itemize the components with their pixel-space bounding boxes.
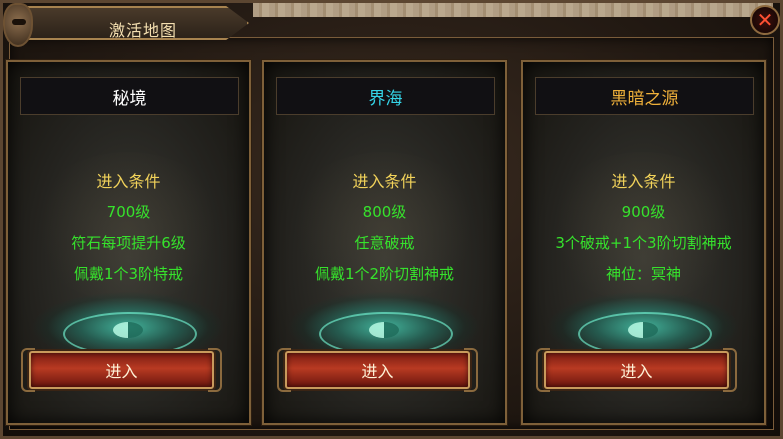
requirement-line: 900级 — [621, 203, 666, 221]
enter-button[interactable]: 进入 — [277, 348, 478, 392]
requirement-heading: 进入条件 — [96, 172, 161, 191]
requirement-line: 3个破戒+1个3阶切割神戒 — [555, 234, 732, 252]
portal-image — [289, 282, 479, 362]
close-icon: ✕ — [756, 8, 774, 32]
card-corner — [523, 403, 543, 423]
map-card-heian-zhiyuan: 黑暗之源 进入条件 900级 3个破戒+1个3阶切割神戒 神位：冥神 进入 — [521, 60, 766, 425]
card-title-box: 黑暗之源 — [535, 77, 754, 115]
card-title-box: 界海 — [276, 77, 495, 115]
requirement-line: 符石每项提升6级 — [71, 234, 186, 252]
portal-image — [548, 282, 738, 362]
card-title: 界海 — [368, 88, 403, 109]
card-corner — [8, 403, 28, 423]
window-title: 激活地图 — [109, 21, 178, 40]
card-title: 黑暗之源 — [610, 88, 679, 109]
yin-yang-icon — [113, 322, 143, 338]
requirements: 进入条件 800级 任意破戒 佩戴1个2阶切割神戒 — [264, 166, 505, 290]
close-button[interactable]: ✕ — [750, 5, 780, 35]
portal-image — [33, 282, 223, 362]
requirements: 进入条件 900级 3个破戒+1个3阶切割神戒 神位：冥神 — [523, 166, 764, 290]
background-map-strip — [253, 3, 773, 17]
map-card-mijing: 秘境 进入条件 700级 符石每项提升6级 佩戴1个3阶特戒 进入 — [6, 60, 251, 425]
card-title: 秘境 — [112, 88, 147, 109]
requirements: 进入条件 700级 符石每项提升6级 佩戴1个3阶特戒 — [8, 166, 249, 290]
requirement-heading: 进入条件 — [611, 172, 676, 191]
map-card-jiehai: 界海 进入条件 800级 任意破戒 佩戴1个2阶切割神戒 进入 — [262, 60, 507, 425]
requirement-line: 任意破戒 — [354, 234, 415, 252]
title-tab: 激活地图 — [21, 6, 249, 40]
enter-button[interactable]: 进入 — [21, 348, 222, 392]
card-corner — [264, 403, 284, 423]
requirement-line: 700级 — [106, 203, 151, 221]
requirement-line: 800级 — [362, 203, 407, 221]
yin-yang-icon — [628, 322, 658, 338]
skull-ornament-icon — [3, 3, 33, 47]
yin-yang-icon — [369, 322, 399, 338]
enter-button[interactable]: 进入 — [536, 348, 737, 392]
card-corner — [485, 403, 505, 423]
card-corner — [229, 403, 249, 423]
card-title-box: 秘境 — [20, 77, 239, 115]
requirement-heading: 进入条件 — [352, 172, 417, 191]
window-frame: 激活地图 ✕ 秘境 进入条件 700级 符石每项提升6级 佩戴1个3阶特戒 进入 — [0, 0, 783, 439]
card-corner — [744, 403, 764, 423]
